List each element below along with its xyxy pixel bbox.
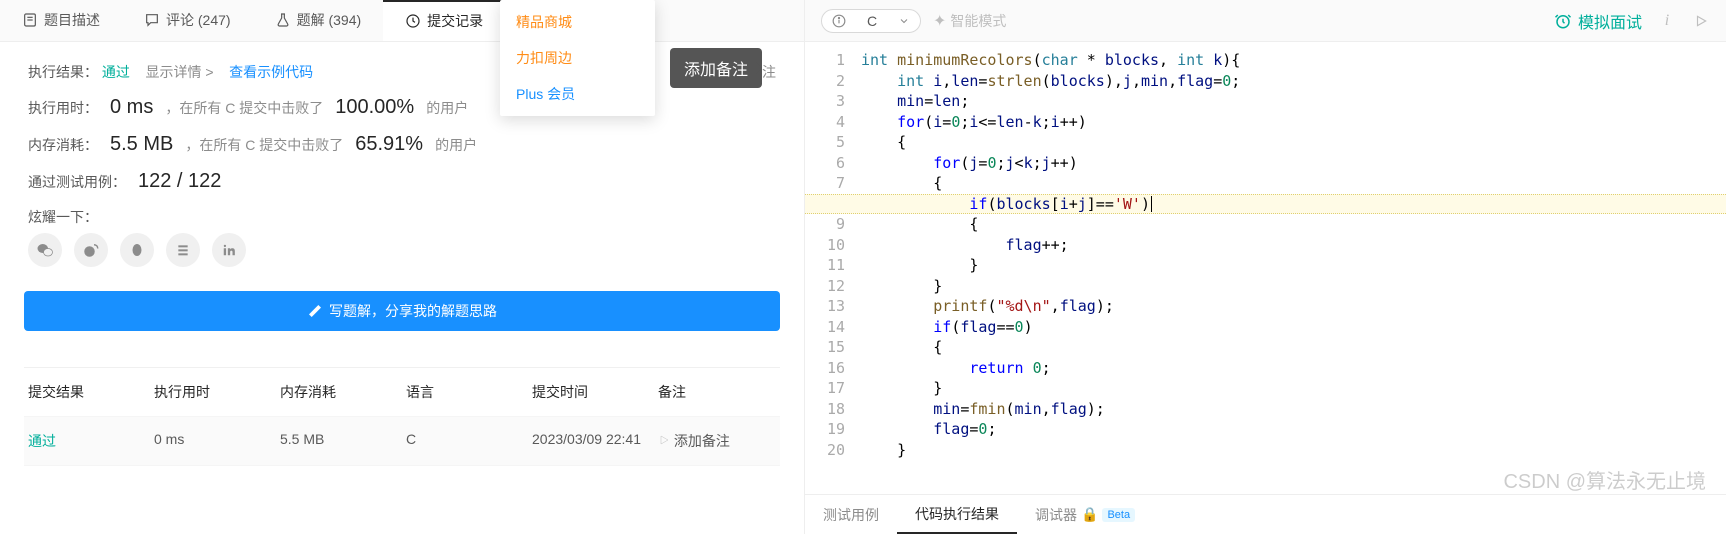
language-value: C — [867, 13, 877, 29]
boast-label: 炫耀一下： — [28, 207, 98, 227]
tab-solutions[interactable]: 题解 (394) — [253, 0, 384, 41]
tab-label: 评论 (247) — [166, 10, 231, 30]
mock-interview-button[interactable]: 模拟面试 — [1554, 9, 1642, 33]
tab-label: 题解 (394) — [297, 10, 362, 30]
tab-comments[interactable]: 评论 (247) — [122, 0, 253, 41]
time-percent: 100.00% — [335, 96, 414, 119]
tab-description[interactable]: 题目描述 — [0, 0, 122, 41]
th-time: 执行用时 — [150, 382, 276, 402]
th-note: 备注 — [654, 382, 780, 402]
th-result: 提交结果 — [24, 382, 150, 402]
time-label: 执行用时： — [28, 98, 98, 118]
cases-label: 通过测试用例： — [28, 172, 126, 192]
tooltip-add-note: 添加备注 — [670, 48, 762, 88]
tab-label: 提交记录 — [427, 11, 483, 31]
table-row[interactable]: 通过 0 ms 5.5 MB C 2023/03/09 22:41 添加备注 — [24, 417, 780, 466]
top-tabs: 题目描述 评论 (247) 题解 (394) 提交记录 — [0, 0, 804, 42]
weibo-icon[interactable] — [74, 233, 108, 267]
td-time: 0 ms — [150, 431, 276, 451]
write-solution-button[interactable]: 写题解，分享我的解题思路 — [24, 291, 780, 331]
sparkle-icon: ✦ — [933, 11, 946, 31]
info-icon — [832, 14, 846, 28]
show-detail-link[interactable]: 显示详情 > — [145, 64, 213, 80]
time-value: 0 ms — [110, 96, 153, 119]
dropdown-item-store[interactable]: 精品商城 — [500, 4, 655, 40]
td-ts: 2023/03/09 22:41 — [528, 431, 654, 451]
th-mem: 内存消耗 — [276, 382, 402, 402]
qq-icon[interactable] — [120, 233, 154, 267]
alarm-icon — [1554, 12, 1572, 30]
bottom-tab-debugger[interactable]: 调试器 🔒 Beta — [1017, 495, 1153, 534]
mem-label: 内存消耗： — [28, 135, 98, 155]
code-editor[interactable]: 1234567891011121314151617181920 int mini… — [805, 42, 1726, 494]
td-lang: C — [402, 431, 528, 451]
comment-icon — [144, 12, 160, 28]
mem-value: 5.5 MB — [110, 133, 173, 156]
bottom-tabs: 测试用例 代码执行结果 调试器 🔒 Beta — [805, 494, 1726, 534]
bottom-tab-output[interactable]: 代码执行结果 — [897, 495, 1017, 534]
douban-icon[interactable] — [166, 233, 200, 267]
gutter: 1234567891011121314151617181920 — [805, 42, 853, 494]
play-icon — [658, 434, 670, 446]
submissions-table: 提交结果 执行用时 内存消耗 语言 提交时间 备注 通过 0 ms 5.5 MB… — [24, 367, 780, 466]
dropdown-item-merch[interactable]: 力扣周边 — [500, 40, 655, 76]
run-button[interactable] — [1692, 12, 1710, 30]
beta-badge: Beta — [1102, 508, 1135, 522]
clock-icon — [405, 13, 421, 29]
dropdown-item-plus[interactable]: Plus 会员 — [500, 76, 655, 112]
mem-percent: 65.91% — [355, 133, 423, 156]
wechat-icon[interactable] — [28, 233, 62, 267]
share-icons — [28, 233, 776, 267]
tab-submissions[interactable]: 提交记录 — [383, 0, 505, 41]
linkedin-icon[interactable] — [212, 233, 246, 267]
flask-icon — [275, 12, 291, 28]
pen-icon — [307, 303, 323, 319]
description-icon — [22, 12, 38, 28]
td-status: 通过 — [24, 431, 150, 451]
code-content: int minimumRecolors(char * blocks, int k… — [861, 50, 1726, 460]
cases-value: 122 / 122 — [138, 170, 221, 193]
th-ts: 提交时间 — [528, 382, 654, 402]
info-button[interactable]: i — [1658, 12, 1676, 30]
td-note[interactable]: 添加备注 — [654, 431, 780, 451]
store-dropdown: 精品商城 力扣周边 Plus 会员 — [500, 0, 655, 116]
lock-icon: 🔒 — [1081, 506, 1098, 523]
editor-toolbar: C ✦ 智能模式 模拟面试 i — [805, 0, 1726, 42]
language-select[interactable]: C — [821, 9, 921, 33]
th-lang: 语言 — [402, 382, 528, 402]
smart-mode[interactable]: ✦ 智能模式 — [933, 11, 1006, 31]
result-status: 通过 — [102, 64, 130, 80]
tab-label: 题目描述 — [44, 10, 100, 30]
result-label: 执行结果： — [28, 64, 98, 80]
chevron-down-icon — [898, 15, 910, 27]
td-mem: 5.5 MB — [276, 431, 402, 451]
bottom-tab-testcases[interactable]: 测试用例 — [805, 495, 897, 534]
view-example-link[interactable]: 查看示例代码 — [229, 64, 313, 80]
